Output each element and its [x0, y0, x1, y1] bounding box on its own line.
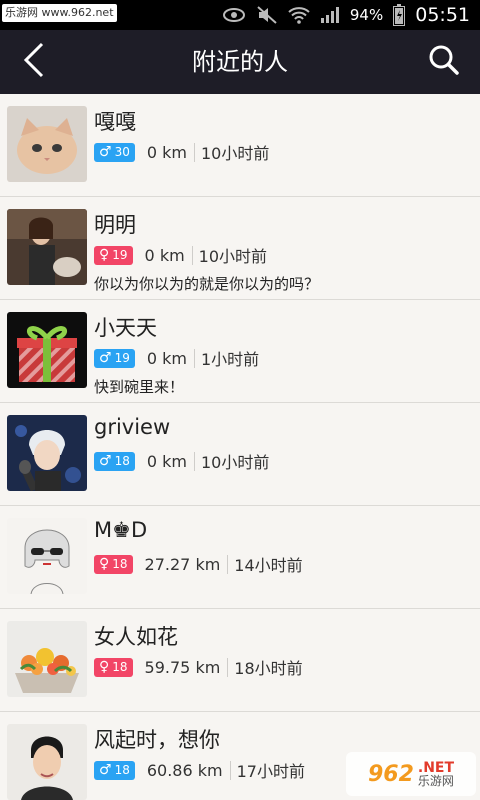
person-row[interactable]: 嘎嘎 ♂ 30 0 km 10小时前: [0, 94, 480, 197]
person-row[interactable]: 女人如花 ♀ 18 59.75 km 18小时前: [0, 609, 480, 712]
distance: 59.75 km: [145, 657, 229, 677]
gender-age-badge: ♂ 18: [94, 760, 135, 780]
distance: 60.86 km: [147, 760, 231, 780]
person-meta: ♀ 18 27.27 km 14小时前: [94, 553, 303, 575]
person-row[interactable]: griview ♂ 18 0 km 10小时前: [0, 403, 480, 506]
person-name: M♚D: [94, 518, 148, 542]
male-icon: ♂: [99, 762, 112, 778]
nearby-people-list: 嘎嘎 ♂ 30 0 km 10小时前 明明 ♀ 19 0 km 10小时前 你以为你…: [0, 94, 480, 800]
last-active: 10小时前: [200, 144, 270, 163]
distance: 0 km: [147, 451, 195, 471]
distance: 0 km: [147, 348, 195, 368]
person-meta: ♂ 18 0 km 10小时前: [94, 450, 269, 472]
person-name: 嘎嘎: [94, 110, 136, 134]
woman-with-dog-avatar[interactable]: [7, 209, 87, 285]
male-icon: ♂: [99, 453, 112, 469]
male-icon: ♂: [99, 350, 112, 366]
person-meta: ♀ 18 59.75 km 18小时前: [94, 656, 303, 678]
chevron-left-icon: [22, 42, 46, 82]
distance: 0 km: [147, 142, 195, 162]
person-meta: ♂ 18 60.86 km 17小时前: [94, 759, 305, 781]
person-signature: 你以为你以为的就是你以为的吗？: [94, 275, 320, 293]
person-name: 女人如花: [94, 625, 178, 649]
flower-basket-avatar[interactable]: [7, 621, 87, 697]
gender-age-badge: ♂ 19: [94, 348, 135, 368]
clock: 05:51: [415, 4, 470, 26]
watermark-logo: 962 .NET 乐游网: [346, 752, 476, 796]
last-active: 17小时前: [236, 762, 305, 781]
gender-age-badge: ♂ 18: [94, 451, 135, 471]
watermark-cn: 乐游网: [417, 774, 454, 788]
person-row[interactable]: 小天天 ♂ 19 0 km 1小时前 快到碗里来！: [0, 300, 480, 403]
last-active: 10小时前: [200, 453, 270, 472]
last-active: 14小时前: [234, 556, 303, 575]
mute-icon: [256, 5, 278, 25]
person-name: 明明: [94, 213, 136, 237]
gift-box-avatar[interactable]: [7, 312, 87, 388]
person-meta: ♂ 30 0 km 10小时前: [94, 141, 269, 163]
person-name: 小天天: [94, 316, 157, 340]
person-meta: ♂ 19 0 km 1小时前: [94, 347, 259, 369]
person-row[interactable]: 明明 ♀ 19 0 km 10小时前 你以为你以为的就是你以为的吗？: [0, 197, 480, 300]
male-icon: ♂: [99, 144, 112, 160]
watermark-net: .NET: [417, 760, 455, 776]
last-active: 10小时前: [198, 247, 268, 266]
person-name: 风起时，想你: [94, 728, 220, 752]
last-active: 1小时前: [200, 350, 260, 369]
watermark-number: 962: [367, 761, 414, 787]
person-signature: 快到碗里来！: [94, 378, 185, 396]
kitten-avatar[interactable]: [7, 106, 87, 182]
last-active: 18小时前: [234, 659, 303, 678]
gender-age-badge: ♀ 18: [94, 657, 133, 677]
distance: 0 km: [145, 245, 193, 265]
man-portrait-avatar[interactable]: [7, 724, 87, 800]
female-icon: ♀: [99, 659, 110, 675]
title-bar: 附近的人: [0, 30, 480, 94]
female-icon: ♀: [99, 247, 110, 263]
status-bar: 乐游网 www.962.net 94% 05:51: [0, 0, 480, 30]
page-title: 附近的人: [192, 48, 288, 76]
status-icons: 94% 05:51: [222, 0, 470, 30]
search-button[interactable]: [420, 38, 468, 86]
person-meta: ♀ 19 0 km 10小时前: [94, 244, 267, 266]
battery-icon: [393, 4, 406, 26]
female-icon: ♀: [99, 556, 110, 572]
gender-age-badge: ♂ 30: [94, 142, 135, 162]
person-row[interactable]: M♚D ♀ 18 27.27 km 14小时前: [0, 506, 480, 609]
sketch-girl-avatar[interactable]: [7, 518, 87, 594]
anime-singer-avatar[interactable]: [7, 415, 87, 491]
person-name: griview: [94, 415, 171, 439]
wifi-icon: [288, 6, 310, 24]
signal-icon: [320, 6, 340, 24]
watermark-top: 乐游网 www.962.net: [2, 4, 117, 22]
distance: 27.27 km: [145, 554, 229, 574]
search-icon: [428, 44, 460, 80]
battery-percent: 94%: [349, 6, 384, 24]
back-button[interactable]: [10, 38, 58, 86]
eye-icon: [222, 7, 246, 23]
gender-age-badge: ♀ 18: [94, 554, 133, 574]
gender-age-badge: ♀ 19: [94, 245, 133, 265]
